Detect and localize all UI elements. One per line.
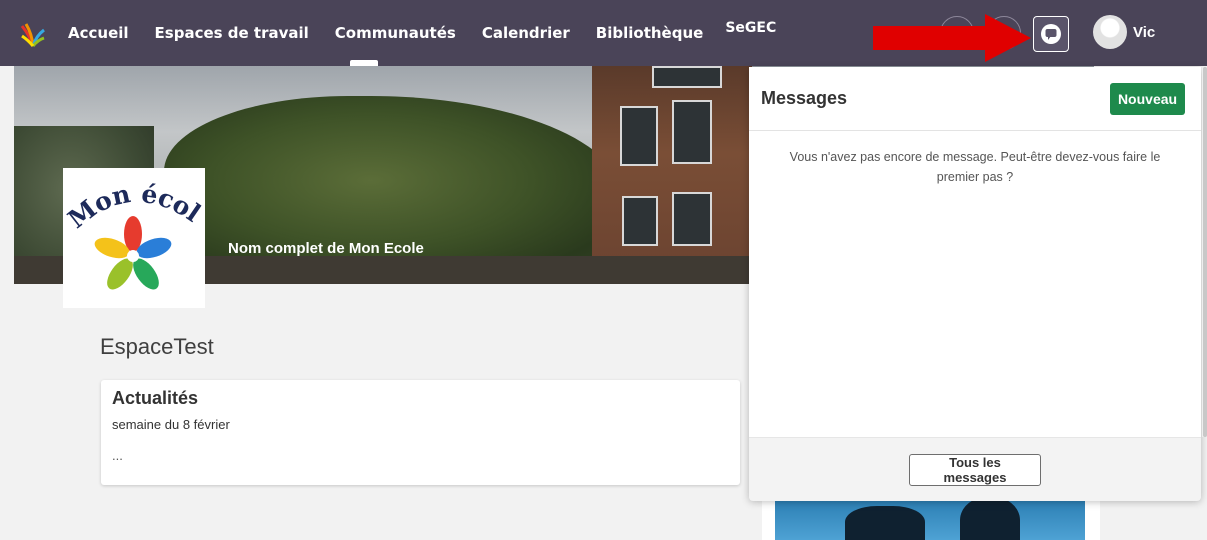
chat-bubble-icon xyxy=(1041,24,1061,44)
news-title: Actualités xyxy=(112,388,199,408)
messages-panel-footer: Tous les messages xyxy=(749,437,1201,501)
user-avatar[interactable] xyxy=(1093,15,1127,49)
building-window xyxy=(672,192,712,246)
building-window xyxy=(622,196,658,246)
building-window xyxy=(652,66,722,88)
scrollbar-thumb[interactable] xyxy=(1203,67,1207,437)
space-title: EspaceTest xyxy=(100,334,214,359)
nav-accueil[interactable]: Accueil xyxy=(68,24,129,42)
school-logo: Mon école xyxy=(55,145,206,308)
username[interactable]: Vic xyxy=(1133,24,1155,41)
banner-building xyxy=(592,66,752,284)
puzzle-piece xyxy=(845,506,925,540)
news-subtitle: semaine du 8 février xyxy=(112,417,230,432)
nav-segec[interactable]: SeGEC xyxy=(725,20,776,36)
community-title: Nom complet de Mon Ecole xyxy=(228,240,424,257)
puzzle-image xyxy=(775,500,1085,540)
messages-panel-title: Messages xyxy=(761,88,848,108)
empty-messages-text: Vous n'avez pas encore de message. Peut-… xyxy=(789,150,1161,184)
red-arrow-icon xyxy=(873,14,1031,62)
nav-communautes[interactable]: Communautés xyxy=(335,24,456,42)
news-card[interactable]: Actualités semaine du 8 février ... xyxy=(101,380,740,485)
app-logo-icon[interactable] xyxy=(20,22,46,48)
main-nav: Accueil Espaces de travail Communautés C… xyxy=(68,0,776,66)
building-window xyxy=(672,100,712,164)
messages-panel: Messages Nouveau Vous n'avez pas encore … xyxy=(749,67,1207,501)
messages-button[interactable] xyxy=(1033,16,1069,52)
nav-espaces-de-travail[interactable]: Espaces de travail xyxy=(155,24,309,42)
messages-panel-header: Messages Nouveau xyxy=(749,67,1201,131)
new-message-button[interactable]: Nouveau xyxy=(1110,83,1185,115)
top-navigation-bar: Accueil Espaces de travail Communautés C… xyxy=(0,0,1207,66)
all-messages-button[interactable]: Tous les messages xyxy=(909,454,1041,486)
school-logo-image: Mon école xyxy=(55,145,206,290)
puzzle-piece xyxy=(960,500,1020,540)
news-ellipsis: ... xyxy=(112,448,123,463)
nav-calendrier[interactable]: Calendrier xyxy=(482,24,570,42)
messages-scrollbar[interactable] xyxy=(1202,67,1207,437)
nav-bibliotheque[interactable]: Bibliothèque xyxy=(596,24,704,42)
building-window xyxy=(620,106,658,166)
